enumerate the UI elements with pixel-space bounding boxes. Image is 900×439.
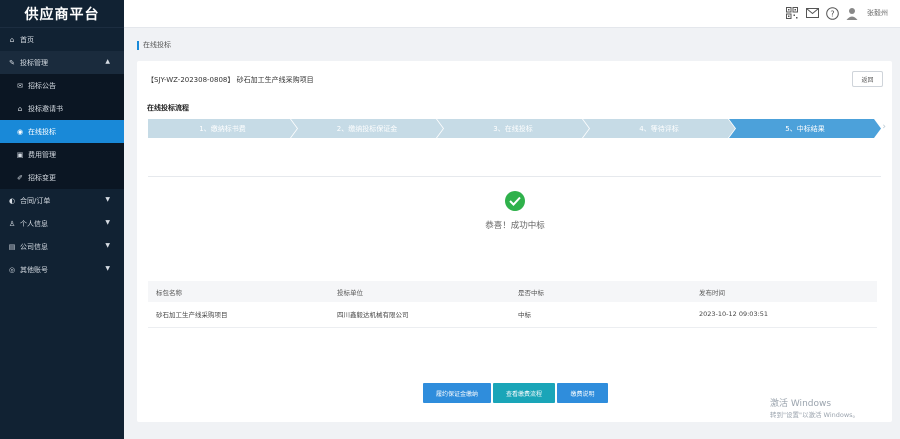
header-actions: ? 张毅州 [785, 6, 888, 20]
sidebar-item-label: 招标公告 [28, 81, 56, 90]
sidebar-item-other-accounts[interactable]: ◎ 其他账号 ▼ [0, 258, 124, 281]
table-row: 砂石加工生产线采购项目 四川鑫毅达机械有限公司 中标 2023-10-12 09… [148, 302, 877, 328]
step-pay-bid-bond: 2、缴纳投标保证金 [291, 119, 443, 138]
sidebar-item-online-bid[interactable]: ◉ 在线投标 [0, 120, 124, 143]
user-icon: ♙ [8, 219, 16, 228]
pencil-icon: ✐ [17, 173, 23, 182]
building-icon: ▤ [8, 242, 16, 251]
money-icon: ▣ [16, 150, 24, 159]
sidebar-item-label: 公司信息 [20, 242, 48, 251]
step-label: 1、缴纳标书费 [199, 124, 246, 133]
wrench-icon: ✎ [9, 58, 15, 67]
sidebar-item-label: 首页 [20, 35, 34, 44]
action-buttons: 履约保证金缴纳 查看缴费流程 缴费说明 [423, 383, 608, 403]
back-button[interactable]: 返回 [852, 71, 883, 87]
project-title: 【SJY-WZ-202308-0808】 砂石加工生产线采购项目 [147, 76, 314, 84]
payment-instructions-button[interactable]: 缴费说明 [557, 383, 608, 403]
step-label: 3、在线投标 [493, 124, 533, 133]
chevron-down-icon: ▼ [105, 265, 110, 272]
username[interactable]: 张毅州 [867, 8, 888, 18]
col-awarded: 是否中标 [510, 281, 691, 302]
sidebar-item-label: 在线投标 [28, 127, 56, 136]
sidebar: 供应商平台 ⌂ 首页 ✎ 投标管理 ▲ ✉ 招标公告 ⌂ 投标邀请书 ◉ 在线投… [0, 0, 124, 439]
cell-bidder: 四川鑫毅达机械有限公司 [329, 302, 510, 328]
pay-performance-bond-button[interactable]: 履约保证金缴纳 [423, 383, 491, 403]
divider [148, 176, 881, 177]
sidebar-item-invitation[interactable]: ⌂ 投标邀请书 [0, 97, 124, 120]
target-icon: ◉ [16, 127, 24, 136]
sidebar-item-fees[interactable]: ▣ 费用管理 [0, 143, 124, 166]
cell-awarded: 中标 [510, 302, 691, 328]
chevron-down-icon: ▼ [105, 196, 110, 203]
sidebar-item-home[interactable]: ⌂ 首页 [0, 28, 124, 51]
home-icon: ⌂ [9, 35, 15, 44]
breadcrumb: 在线投标 [137, 41, 171, 50]
cell-package-name: 砂石加工生产线采购项目 [148, 302, 329, 328]
sidebar-item-label: 合同/订单 [20, 196, 51, 205]
top-header: ? 张毅州 [124, 0, 900, 28]
chevron-up-icon: ▲ [105, 58, 110, 65]
main-card: 【SJY-WZ-202308-0808】 砂石加工生产线采购项目 返回 在线投标… [137, 61, 892, 422]
cell-publish-time: 2023-10-12 09:03:51 [691, 302, 877, 328]
qrcode-icon[interactable] [785, 6, 799, 20]
contract-icon: ◐ [8, 196, 16, 205]
inbox-icon: ⌂ [17, 104, 23, 113]
watermark-line-2: 转到"设置"以激活 Windows。 [770, 411, 860, 419]
col-bidder: 投标单位 [329, 281, 510, 302]
bid-management-submenu: ✉ 招标公告 ⌂ 投标邀请书 ◉ 在线投标 ▣ 费用管理 ✐ 招标变更 [0, 74, 124, 189]
chevron-down-icon: ▼ [105, 242, 110, 249]
user-avatar-icon[interactable] [845, 6, 859, 20]
mail-icon: ✉ [17, 81, 23, 90]
col-publish-time: 发布时间 [691, 281, 877, 302]
windows-activation-watermark: 激活 Windows 转到"设置"以激活 Windows。 [770, 399, 859, 421]
success-check-icon [505, 191, 525, 211]
success-message: 恭喜！成功中标 [485, 221, 545, 231]
sidebar-item-label: 费用管理 [28, 150, 56, 159]
view-payment-flow-button[interactable]: 查看缴费流程 [493, 383, 555, 403]
sidebar-item-label: 其他账号 [20, 265, 48, 274]
help-icon[interactable]: ? [825, 6, 839, 20]
sidebar-item-contracts[interactable]: ◐ 合同/订单 ▼ [0, 189, 124, 212]
sidebar-item-label: 招标变更 [28, 173, 56, 182]
chevron-right-icon: › [882, 122, 886, 132]
step-online-bid: 3、在线投标 [437, 119, 589, 138]
sidebar-item-tender-notice[interactable]: ✉ 招标公告 [0, 74, 124, 97]
table-header-row: 标包名称 投标单位 是否中标 发布时间 [148, 281, 877, 302]
sidebar-item-tender-change[interactable]: ✐ 招标变更 [0, 166, 124, 189]
flow-label: 在线投标流程 [147, 104, 189, 112]
result-table: 标包名称 投标单位 是否中标 发布时间 砂石加工生产线采购项目 四川鑫毅达机械有… [148, 281, 877, 328]
col-package-name: 标包名称 [148, 281, 329, 302]
process-steps: 1、缴纳标书费 2、缴纳投标保证金 3、在线投标 4、等待评标 5、中标结果 › [148, 119, 886, 138]
step-award-result: 5、中标结果 [729, 119, 881, 138]
svg-text:?: ? [830, 9, 834, 18]
sidebar-item-label: 个人信息 [20, 219, 48, 228]
sidebar-item-label: 投标邀请书 [28, 104, 63, 113]
sidebar-item-personal-info[interactable]: ♙ 个人信息 ▼ [0, 212, 124, 235]
step-label: 4、等待评标 [639, 124, 679, 133]
step-label: 5、中标结果 [785, 124, 825, 133]
account-icon: ◎ [8, 265, 16, 274]
watermark-line-1: 激活 Windows [770, 399, 832, 409]
step-await-evaluation: 4、等待评标 [583, 119, 735, 138]
sidebar-item-label: 投标管理 [20, 58, 48, 67]
platform-brand: 供应商平台 [0, 0, 124, 28]
step-pay-tender-fee: 1、缴纳标书费 [148, 119, 297, 138]
sidebar-item-bid-management[interactable]: ✎ 投标管理 ▲ [0, 51, 124, 74]
step-label: 2、缴纳投标保证金 [336, 124, 398, 133]
mail-icon[interactable] [805, 6, 819, 20]
chevron-down-icon: ▼ [105, 219, 110, 226]
sidebar-item-company-info[interactable]: ▤ 公司信息 ▼ [0, 235, 124, 258]
